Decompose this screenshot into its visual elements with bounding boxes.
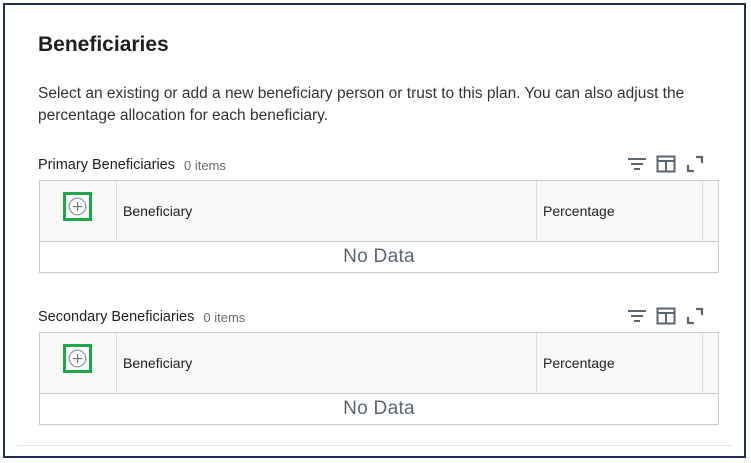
page-title: Beneficiaries bbox=[38, 33, 169, 56]
primary-column-percentage[interactable]: Percentage bbox=[537, 181, 703, 241]
secondary-add-beneficiary-button[interactable] bbox=[63, 344, 92, 373]
secondary-toolbar bbox=[626, 305, 706, 327]
primary-add-column bbox=[40, 181, 117, 241]
secondary-empty-state: No Data bbox=[343, 398, 415, 419]
primary-toolbar bbox=[626, 153, 706, 175]
secondary-column-percentage[interactable]: Percentage bbox=[537, 333, 703, 393]
add-circle-icon bbox=[68, 197, 87, 216]
columns-icon[interactable] bbox=[655, 305, 677, 327]
columns-icon[interactable] bbox=[655, 153, 677, 175]
secondary-grid-header: Beneficiary Percentage bbox=[40, 333, 718, 394]
primary-beneficiaries-grid: Beneficiary Percentage No Data bbox=[39, 180, 719, 273]
primary-section-header: Primary Beneficiaries 0 items bbox=[38, 155, 226, 175]
filter-icon[interactable] bbox=[626, 153, 648, 175]
secondary-section-title: Secondary Beneficiaries bbox=[38, 309, 195, 325]
secondary-section-header: Secondary Beneficiaries 0 items bbox=[38, 307, 245, 327]
secondary-add-column bbox=[40, 333, 117, 393]
secondary-item-count: 0 items bbox=[203, 309, 246, 325]
filter-icon[interactable] bbox=[626, 305, 648, 327]
add-circle-icon bbox=[68, 349, 87, 368]
primary-empty-state: No Data bbox=[343, 246, 415, 267]
expand-icon[interactable] bbox=[684, 153, 706, 175]
primary-section-title: Primary Beneficiaries bbox=[38, 157, 175, 173]
page-description: Select an existing or add a new benefici… bbox=[38, 85, 685, 124]
primary-grid-header: Beneficiary Percentage bbox=[40, 181, 718, 242]
primary-add-beneficiary-button[interactable] bbox=[63, 192, 92, 221]
primary-item-count: 0 items bbox=[184, 157, 226, 173]
secondary-beneficiaries-grid: Beneficiary Percentage No Data bbox=[39, 332, 719, 425]
secondary-column-beneficiary[interactable]: Beneficiary bbox=[117, 333, 537, 393]
primary-column-spacer bbox=[703, 181, 718, 241]
secondary-column-spacer bbox=[703, 333, 718, 393]
page-frame: Beneficiaries Select an existing or add … bbox=[3, 3, 746, 458]
primary-column-beneficiary[interactable]: Beneficiary bbox=[117, 181, 537, 241]
bottom-divider bbox=[17, 445, 732, 446]
expand-icon[interactable] bbox=[684, 305, 706, 327]
